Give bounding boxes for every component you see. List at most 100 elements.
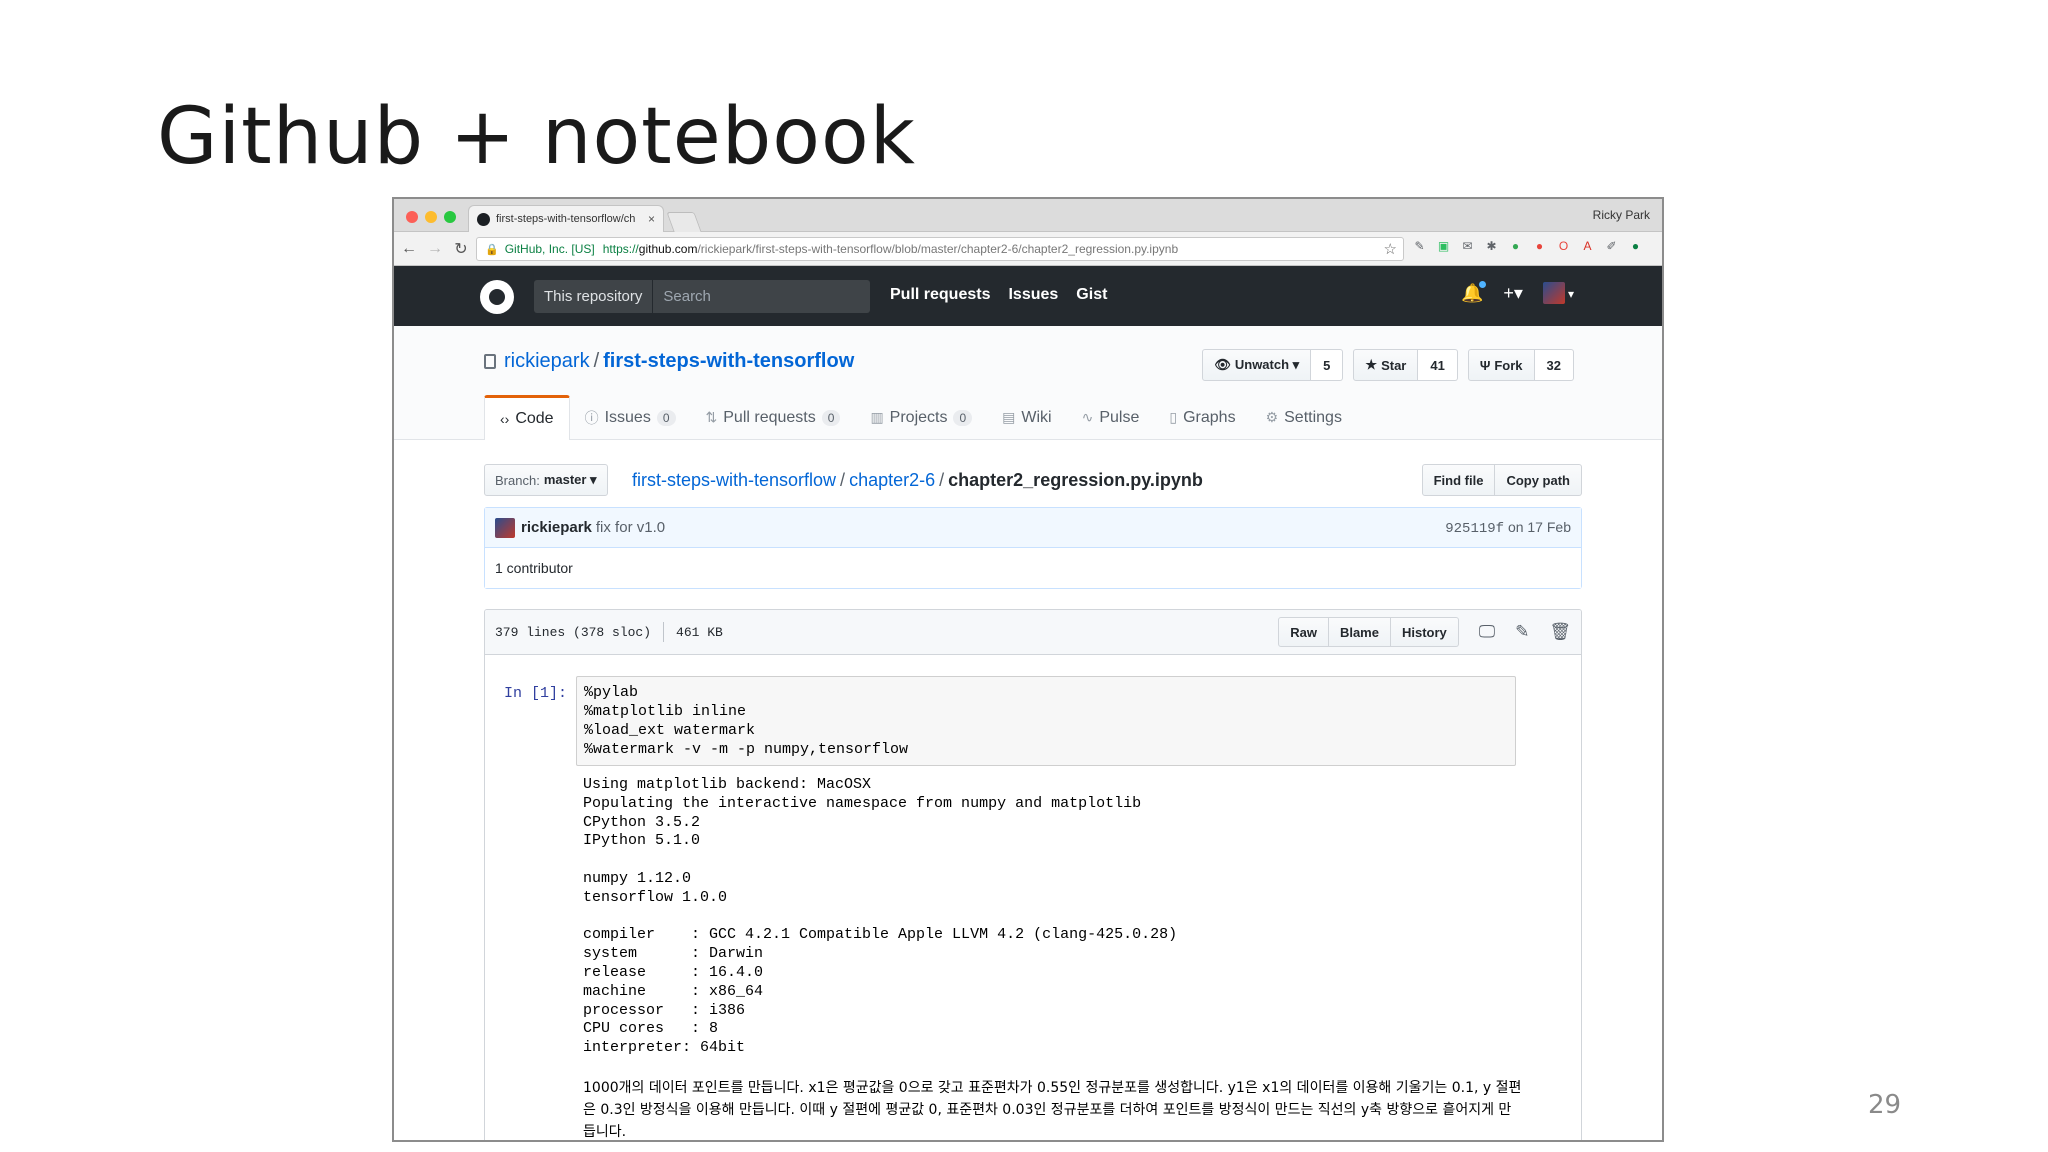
breadcrumb: first-steps-with-tensorflow / chapter2-6/c…: [632, 470, 1203, 491]
raw-button[interactable]: Raw: [1278, 617, 1329, 647]
tab-label: Issues: [604, 408, 651, 426]
evernote-icon[interactable]: ▣: [1436, 239, 1451, 254]
eye-icon: 👁: [1214, 357, 1231, 372]
tab-settings[interactable]: ⚙ Settings: [1251, 395, 1357, 440]
avatar-menu[interactable]: ▾: [1542, 282, 1574, 305]
tab-close-icon[interactable]: ×: [648, 212, 655, 226]
tab-label: Wiki: [1021, 408, 1052, 426]
forward-button[interactable]: →: [424, 240, 446, 258]
tab-graphs[interactable]: ▯ Graphs: [1154, 395, 1250, 440]
commit-date: on 17 Feb: [1507, 519, 1571, 535]
github-header: This repository Search Pull requests Iss…: [394, 266, 1662, 326]
notification-bell-icon[interactable]: 🔔: [1461, 279, 1488, 304]
bookmark-star-icon[interactable]: ☆: [1384, 240, 1397, 258]
file-viewer: 379 lines (378 sloc) 461 KB Raw Blame Hi…: [484, 609, 1582, 1140]
acrobat-icon[interactable]: A: [1580, 239, 1595, 254]
create-new-icon[interactable]: +▾: [1503, 283, 1523, 304]
tab-pull-requests[interactable]: ⇅ Pull requests 0: [691, 395, 856, 440]
tab-projects[interactable]: ▥ Projects 0: [855, 395, 987, 440]
fork-icon: Ψ: [1479, 357, 1491, 373]
graph-icon: ▯: [1169, 409, 1178, 425]
tab-code[interactable]: ‹› Code: [484, 395, 570, 440]
watch-count[interactable]: 5: [1311, 349, 1344, 381]
window-close-button[interactable]: [406, 211, 418, 223]
breadcrumb-file-name: chapter2_regression.py.ipynb: [948, 470, 1203, 490]
eyedropper-icon[interactable]: ✐: [1604, 239, 1619, 254]
breadcrumb-dir-link[interactable]: chapter2-6: [849, 470, 935, 490]
contributors-link[interactable]: 1 contributor: [485, 548, 1581, 588]
tab-title: first-steps-with-tensorflow/ch: [496, 213, 636, 225]
commit-tease: rickiepark fix for v1.0 925119f on 17 Fe…: [484, 507, 1582, 589]
repo-nav: ‹› Code ⓘ Issues 0 ⇅ Pull requests 0 ▥ Projects 0 ▤…: [484, 395, 1357, 440]
header-nav-pull-requests[interactable]: Pull requests: [890, 286, 990, 304]
header-nav-gist[interactable]: Gist: [1076, 286, 1107, 304]
commit-message-link[interactable]: fix for v1.0: [596, 519, 665, 536]
tab-label: Projects: [889, 408, 948, 426]
gear-icon: ⚙: [1265, 409, 1279, 425]
new-tab-button[interactable]: [666, 212, 702, 232]
header-nav: Pull requests Issues Gist: [890, 286, 1107, 304]
star-button[interactable]: ★ Star: [1353, 349, 1419, 381]
puzzle-icon[interactable]: ✱: [1484, 239, 1499, 254]
desktop-icon[interactable]: 🖵: [1479, 622, 1495, 642]
markdown-cell: 1000개의 데이터 포인트를 만듭니다. x1은 평균값을 0으로 갖고 표준…: [583, 1080, 1522, 1140]
lock-icon: 🔒: [485, 243, 499, 256]
find-file-button[interactable]: Find file: [1421, 464, 1496, 496]
green-circle-icon[interactable]: ●: [1508, 239, 1523, 254]
repo-owner-link[interactable]: rickiepark: [504, 350, 590, 372]
unread-indicator: [1478, 279, 1488, 289]
extension-icons: ✎ ▣ ✉ ✱ ● ● O A ✐ ●: [1412, 239, 1643, 254]
browser-tab-bar: first-steps-with-tensorflow/ch × Ricky P…: [394, 199, 1662, 232]
issue-icon: ⓘ: [584, 409, 599, 426]
search-input[interactable]: Search: [653, 288, 721, 305]
commit-sha-link[interactable]: 925119f: [1445, 521, 1504, 537]
tab-counter: 0: [656, 409, 676, 426]
file-line-count: 379 lines (378 sloc): [495, 624, 652, 640]
tab-pulse[interactable]: ∿ Pulse: [1067, 395, 1155, 440]
browser-tab[interactable]: first-steps-with-tensorflow/ch ×: [468, 205, 664, 232]
fork-button[interactable]: Ψ Fork: [1467, 349, 1535, 381]
browser-profile-name[interactable]: Ricky Park: [1593, 208, 1650, 222]
blame-button[interactable]: Blame: [1328, 617, 1391, 647]
window-zoom-button[interactable]: [444, 211, 456, 223]
commit-author-link[interactable]: rickiepark: [521, 519, 592, 536]
address-bar[interactable]: 🔒 GitHub, Inc. [US] https://github.com/r…: [476, 237, 1404, 261]
search-box[interactable]: This repository Search: [534, 280, 870, 313]
breadcrumb-separator: /: [840, 470, 846, 490]
adblock-icon[interactable]: ●: [1532, 239, 1547, 254]
header-user-menu: 🔔 +▾ ▾: [1461, 279, 1574, 305]
fork-count[interactable]: 32: [1534, 349, 1574, 381]
history-button[interactable]: History: [1390, 617, 1459, 647]
opera-icon[interactable]: O: [1556, 239, 1571, 254]
back-button[interactable]: ←: [398, 240, 420, 258]
chevron-down-icon: ▾: [1567, 287, 1574, 301]
copy-path-button[interactable]: Copy path: [1495, 464, 1582, 496]
secure-origin-label: GitHub, Inc. [US]: [504, 242, 595, 256]
branch-select-button[interactable]: Branch: master ▾: [484, 464, 608, 496]
mail-icon[interactable]: ✉: [1460, 239, 1475, 254]
latest-commit: rickiepark fix for v1.0 925119f on 17 Fe…: [485, 508, 1581, 548]
pin-icon[interactable]: ✎: [1412, 239, 1427, 254]
trash-icon[interactable]: 🗑: [1549, 622, 1571, 642]
star-group: ★ Star 41: [1353, 349, 1458, 381]
star-count[interactable]: 41: [1418, 349, 1458, 381]
tab-label: Pulse: [1099, 408, 1140, 426]
reload-button[interactable]: ↻: [450, 239, 472, 259]
repo-actions: 👁 Unwatch ▾ 5 ★ Star 41 Ψ Fork 32: [1202, 349, 1574, 381]
tab-wiki[interactable]: ▤ Wiki: [987, 395, 1066, 440]
window-minimize-button[interactable]: [425, 211, 437, 223]
green-dot-icon[interactable]: ●: [1628, 239, 1643, 254]
repo-title-separator: /: [593, 350, 600, 372]
github-logo-icon[interactable]: [480, 280, 514, 314]
repo-name-link[interactable]: first-steps-with-tensorflow: [603, 350, 854, 372]
commit-author-avatar[interactable]: [495, 517, 515, 538]
header-nav-issues[interactable]: Issues: [1008, 286, 1058, 304]
tab-issues[interactable]: ⓘ Issues 0: [570, 395, 691, 440]
tab-label: Code: [515, 410, 554, 427]
slide-page-number: 29: [1868, 1090, 1902, 1120]
breadcrumb-repo-link[interactable]: first-steps-with-tensorflow: [632, 470, 836, 490]
tab-label: Pull requests: [723, 408, 816, 426]
unwatch-button[interactable]: 👁 Unwatch ▾: [1202, 349, 1312, 381]
pencil-icon[interactable]: ✎: [1515, 622, 1529, 642]
slide-title: Github + notebook: [157, 92, 916, 182]
